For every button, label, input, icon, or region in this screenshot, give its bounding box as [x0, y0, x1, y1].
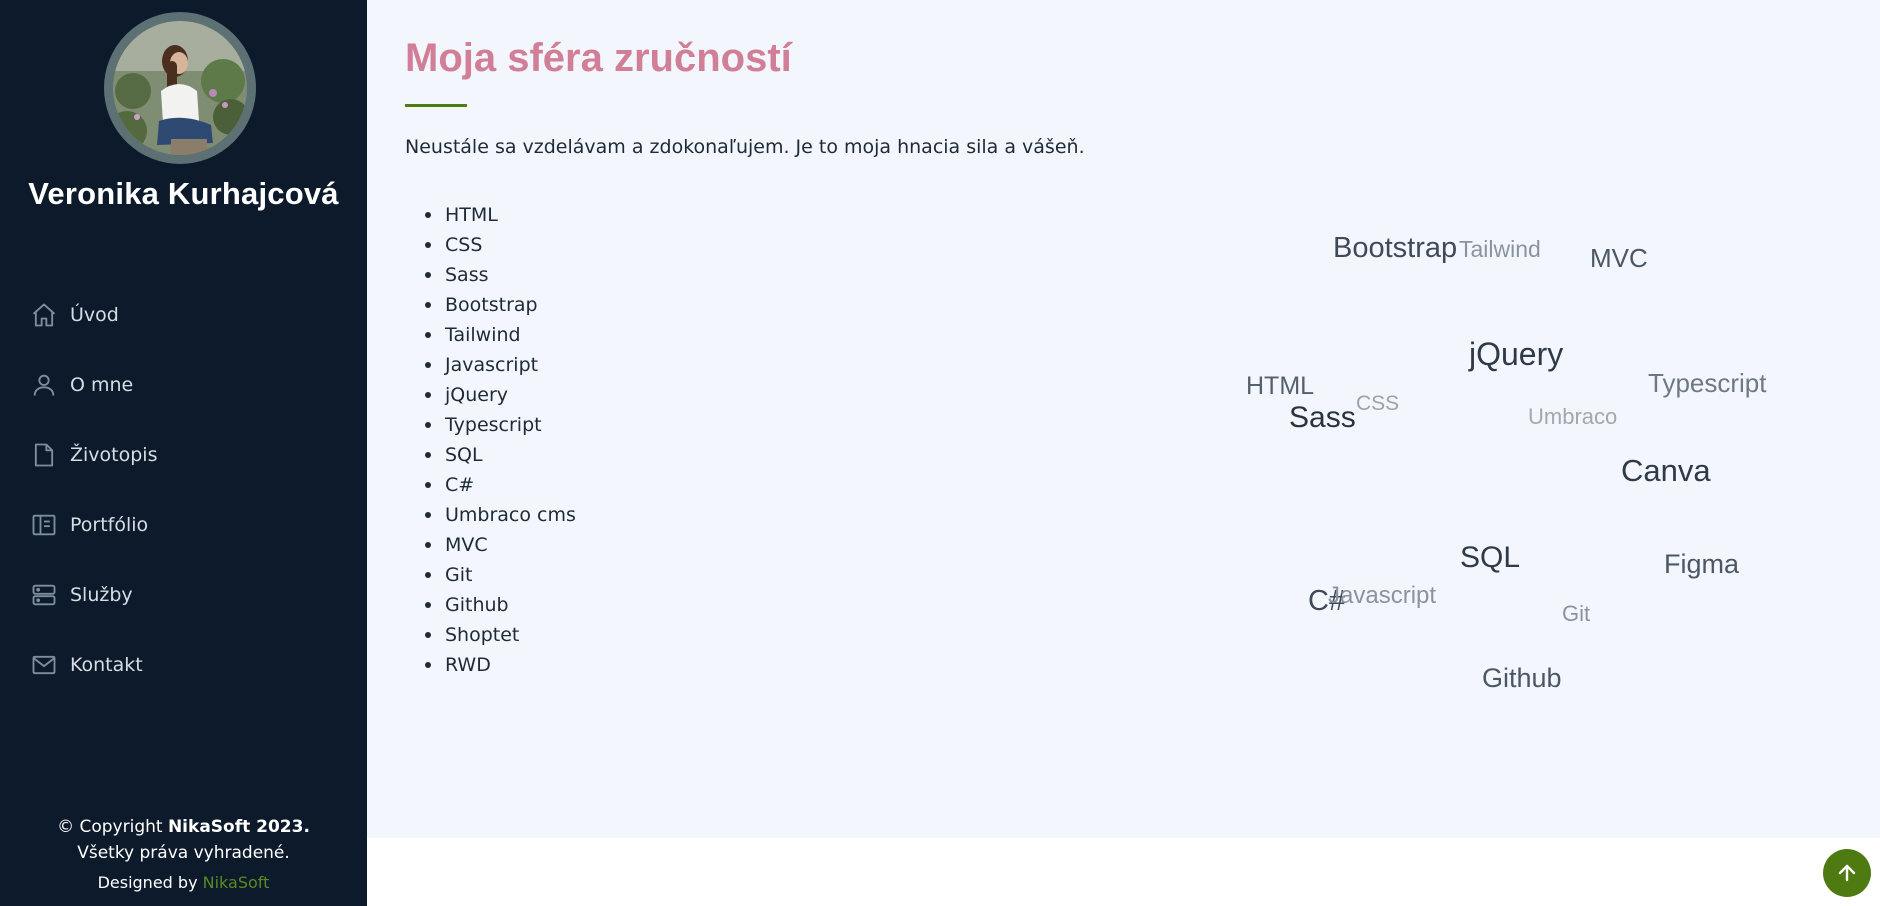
- designer-link[interactable]: NikaSoft: [203, 873, 270, 892]
- scroll-to-top-button[interactable]: [1823, 849, 1871, 897]
- cloud-word: Sass: [1289, 401, 1356, 434]
- nav-item-kontakt[interactable]: Kontakt: [0, 630, 367, 700]
- copyright-line: © Copyright NikaSoft 2023.: [0, 814, 367, 840]
- server-icon: [30, 581, 58, 609]
- nav-label: O mne: [70, 374, 134, 396]
- avatar-photo: [113, 21, 247, 155]
- cloud-word: Javascript: [1328, 582, 1437, 609]
- sidebar-footer: © Copyright NikaSoft 2023. Všetky práva …: [0, 814, 367, 896]
- sidebar: Veronika Kurhajcová Úvod O mne Životopis…: [0, 0, 367, 906]
- cloud-word: Typescript: [1648, 368, 1767, 398]
- designed-by-line: Designed by NikaSoft: [0, 870, 367, 896]
- main-content: Moja sféra zručností Neustále sa vzdeláv…: [367, 0, 1880, 838]
- arrow-up-icon: [1835, 861, 1859, 885]
- copyright-brand: NikaSoft 2023.: [167, 817, 310, 837]
- nav-label: Úvod: [70, 304, 119, 326]
- cloud-word: SQL: [1460, 541, 1521, 574]
- nav-label: Služby: [70, 584, 133, 606]
- rights-text: Všetky práva vyhradené.: [77, 843, 290, 863]
- nav-item-portfolio[interactable]: Portfólio: [0, 490, 367, 560]
- portfolio-icon: [30, 511, 58, 539]
- avatar: [104, 12, 256, 164]
- cloud-word: Umbraco: [1528, 404, 1618, 429]
- nav-label: Životopis: [70, 444, 158, 466]
- copyright-prefix: © Copyright: [57, 817, 168, 837]
- skills-word-cloud: Bootstrap Tailwind MVC jQuery HTML CSS S…: [367, 0, 1880, 838]
- home-icon: [30, 301, 58, 329]
- envelope-icon: [30, 651, 58, 679]
- user-icon: [30, 371, 58, 399]
- nav-label: Portfólio: [70, 514, 149, 536]
- nav-item-o-mne[interactable]: O mne: [0, 350, 367, 420]
- cloud-word: Bootstrap: [1333, 232, 1458, 264]
- nav-item-sluzby[interactable]: Služby: [0, 560, 367, 630]
- cloud-word: Tailwind: [1459, 236, 1541, 262]
- cloud-word: Git: [1562, 601, 1591, 626]
- profile-name: Veronika Kurhajcová: [28, 176, 339, 211]
- cloud-word: HTML: [1246, 372, 1315, 400]
- nav-item-zivotopis[interactable]: Životopis: [0, 420, 367, 490]
- main-nav: Úvod O mne Životopis Portfólio Služby Ko…: [0, 280, 367, 700]
- nav-item-uvod[interactable]: Úvod: [0, 280, 367, 350]
- cloud-word: Figma: [1664, 549, 1740, 579]
- cloud-word: CSS: [1356, 392, 1400, 415]
- cloud-word: Github: [1482, 663, 1562, 693]
- file-icon: [30, 441, 58, 469]
- cloud-word: Canva: [1621, 453, 1711, 488]
- designed-by-label: Designed by: [97, 873, 203, 892]
- cloud-word: MVC: [1590, 243, 1648, 273]
- nav-label: Kontakt: [70, 654, 143, 676]
- cloud-word: jQuery: [1469, 336, 1564, 372]
